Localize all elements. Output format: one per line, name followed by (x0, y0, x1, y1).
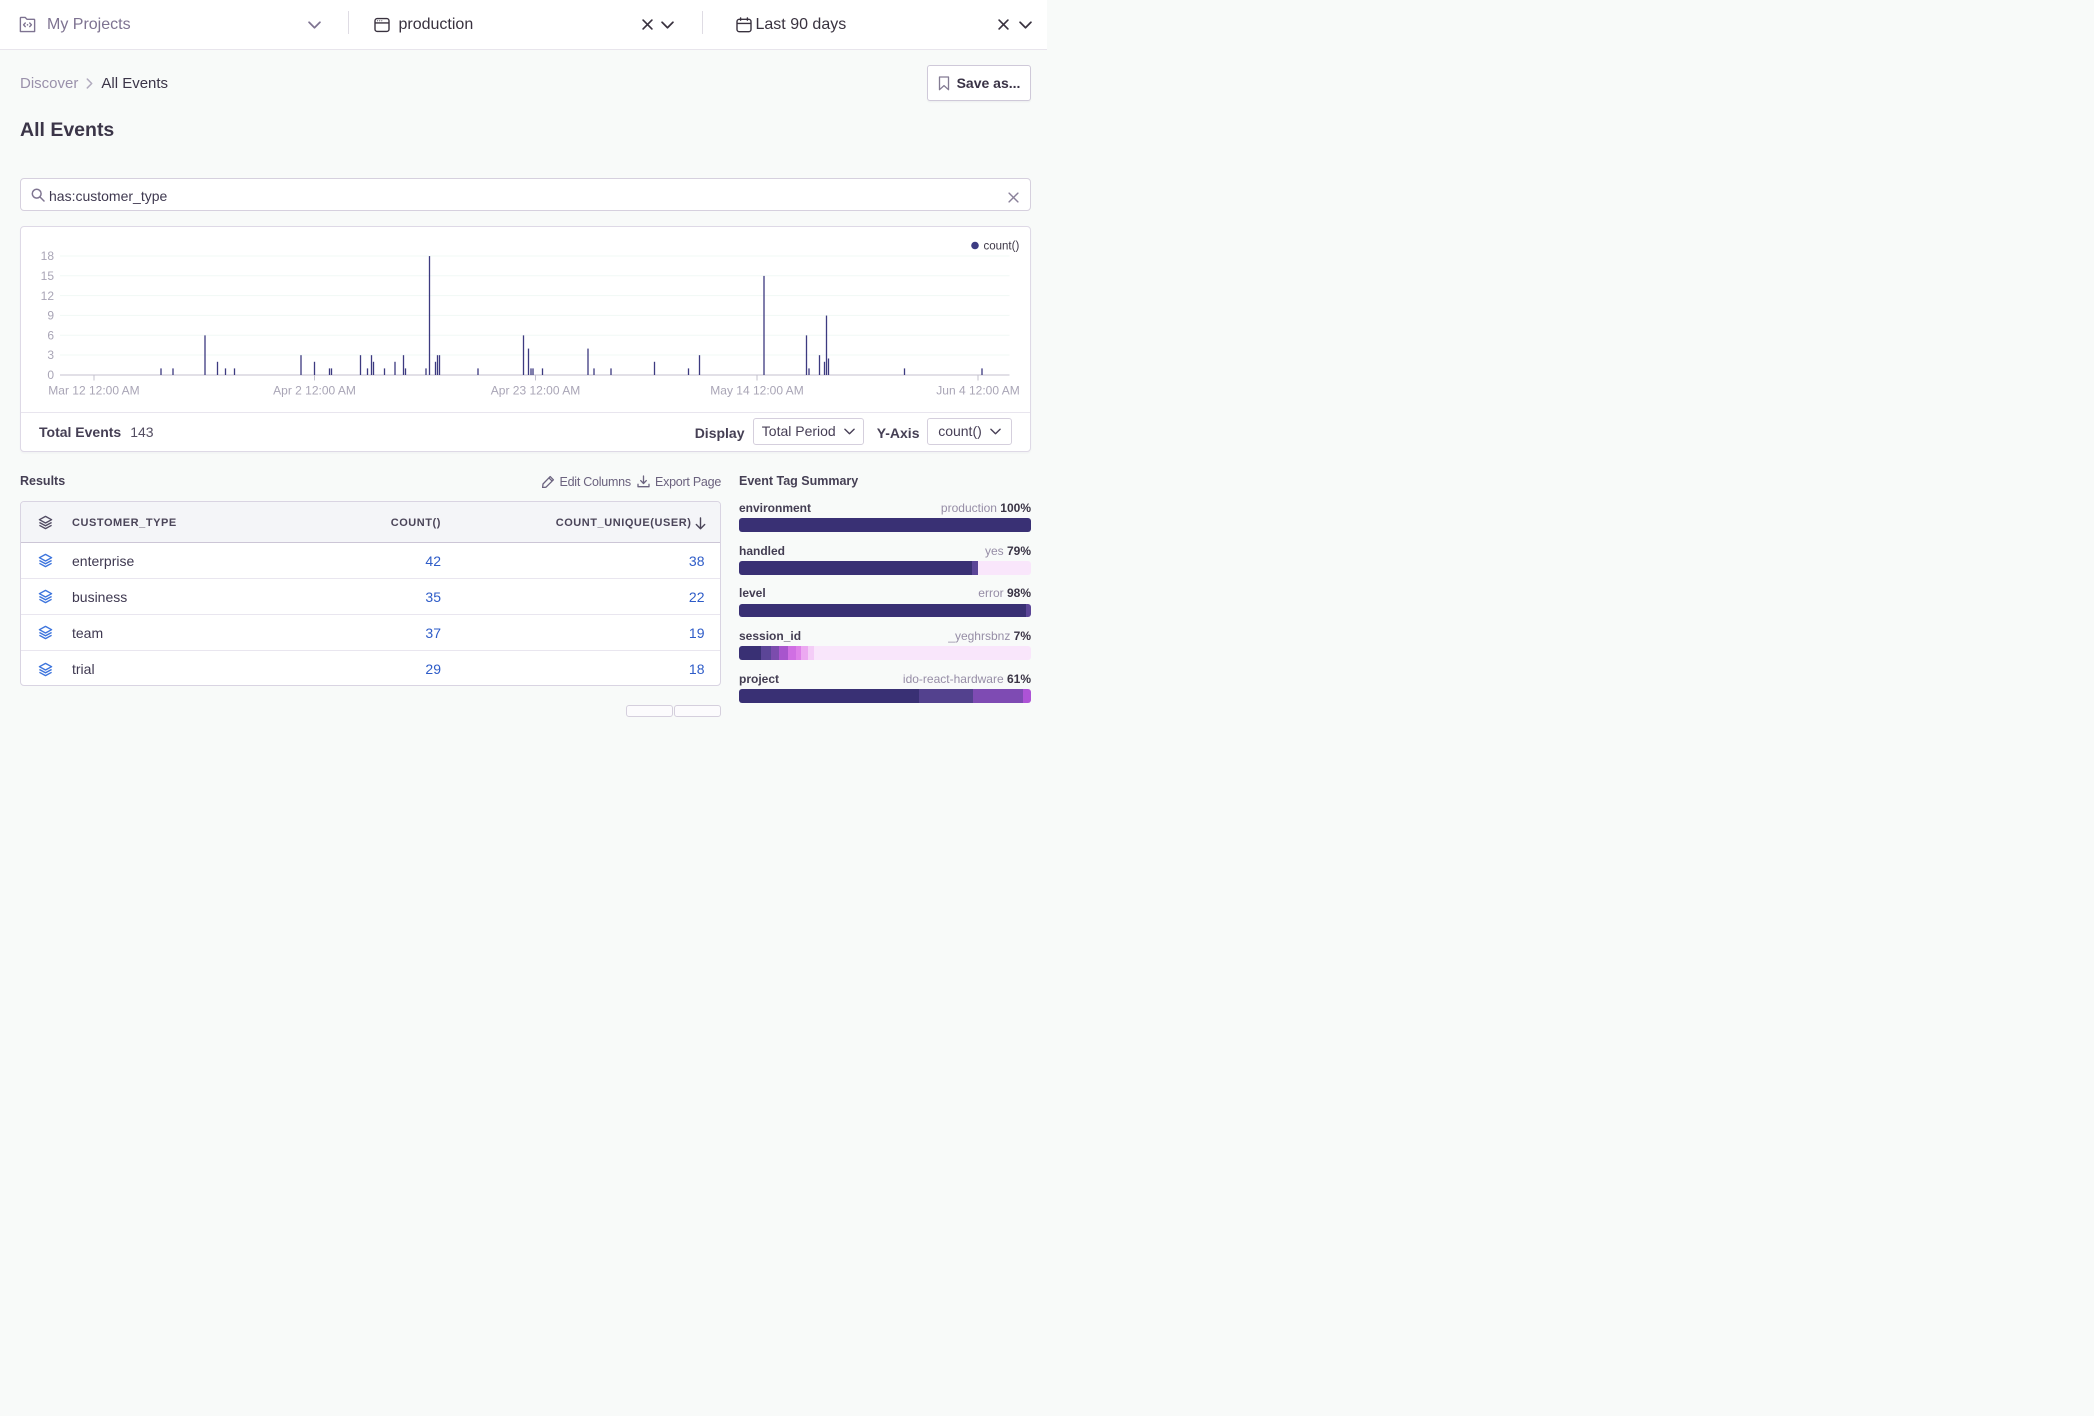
svg-text:Mar 12 12:00 AM: Mar 12 12:00 AM (48, 384, 139, 398)
svg-text:9: 9 (47, 309, 54, 323)
svg-text:18: 18 (41, 249, 55, 263)
svg-text:May 14 12:00 AM: May 14 12:00 AM (710, 384, 803, 398)
svg-text:Jun 4 12:00 AM: Jun 4 12:00 AM (936, 384, 1019, 398)
svg-text:Apr 2 12:00 AM: Apr 2 12:00 AM (273, 384, 356, 398)
svg-text:Apr 23 12:00 AM: Apr 23 12:00 AM (491, 384, 580, 398)
svg-text:12: 12 (41, 289, 55, 303)
svg-text:15: 15 (41, 269, 55, 283)
svg-text:0: 0 (47, 368, 54, 382)
svg-text:3: 3 (47, 348, 54, 362)
svg-text:6: 6 (47, 328, 54, 342)
svg-text:count(): count() (984, 241, 1020, 253)
